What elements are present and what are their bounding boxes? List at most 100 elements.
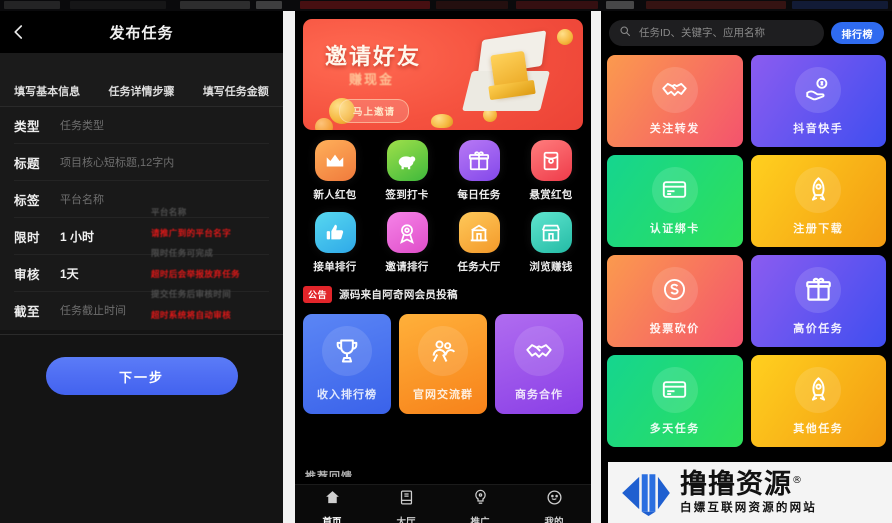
tab-basic-info[interactable]: 填写基本信息 [0,69,94,99]
bleed-chip-5 [436,1,508,9]
announcement-bar[interactable]: 公告 源码来自阿奇网会员投稿 [303,286,583,303]
top-page-bleed-strip [0,0,892,11]
quick-action-3[interactable]: 悬赏红包 [515,140,587,202]
task-category-card-3[interactable]: 注册下载 [750,155,886,247]
task-category-card-2[interactable]: 认证绑卡 [607,155,743,247]
quick-action-label: 任务大厅 [457,261,501,273]
rocket-icon [795,366,842,413]
banner-cta-button[interactable]: 马上邀请 [339,99,410,123]
partial-section-title: 推荐回馈 [305,471,353,477]
promo-card-1[interactable]: 官网交流群 [399,314,487,414]
task-category-label: 认证绑卡 [649,222,700,235]
nav-item-label: 推广 [470,516,490,523]
field-placeholder[interactable]: 平台名称 [60,191,104,207]
bleed-chip-9 [792,1,888,9]
bleed-chip-1 [70,1,166,9]
quick-action-grid: 新人红包 签到打卡 每日任务 悬赏红包接单排行 邀请排行 任务大厅 浏览赚钱 [299,140,587,274]
publish-header: 发布任务 [0,11,283,53]
gift-box-illustration [462,30,555,119]
tab-task-steps[interactable]: 任务详情步骤 [94,69,188,99]
panel-task-hall: 排行榜 关注转发 抖音快手认证绑卡 注册下载投票砍价 高价任务多天任务 其他任务 [601,11,892,523]
screenshot-stage: 发布任务 填写基本信息 任务详情步骤 填写任务金额 类型 任务类型标题 项目核心短标… [0,0,892,523]
tab-label: 填写基本信息 [14,86,81,98]
quick-action-1[interactable]: 签到打卡 [371,140,443,202]
promo-card-label: 官网交流群 [413,389,473,401]
handshake-icon [651,66,698,113]
task-category-label: 其他任务 [793,422,844,435]
promo-card-0[interactable]: 收入排行榜 [303,314,391,414]
form-row-4[interactable]: 审核 1天 [0,255,283,291]
form-row-1[interactable]: 标题 项目核心短标题,12字内 [0,144,283,180]
field-placeholder[interactable]: 任务截止时间 [60,302,126,318]
chevron-left-icon[interactable] [8,21,30,43]
task-category-label: 投票砍价 [649,322,700,335]
field-value[interactable]: 1 小时 [60,228,94,245]
nav-item-label: 我的 [544,516,564,523]
promote-icon [472,489,489,511]
thumbs-up-icon [314,212,356,253]
bleed-chip-0 [4,1,60,9]
field-placeholder[interactable]: 项目核心短标题,12字内 [60,154,174,170]
registered-mark: ® [792,474,803,486]
search-box[interactable] [609,20,824,46]
announcement-tag: 公告 [303,286,333,303]
form-row-3[interactable]: 限时 1 小时 [0,218,283,254]
task-category-grid: 关注转发 抖音快手认证绑卡 注册下载投票砍价 高价任务多天任务 其他任务 [607,55,886,447]
hall-icon [398,489,415,511]
banner-title: 邀请好友 [325,44,422,69]
panel-publish-task: 发布任务 填写基本信息 任务详情步骤 填写任务金额 类型 任务类型标题 项目核心短标… [0,11,283,523]
promo-card-2[interactable]: 商务合作 [495,314,583,414]
nav-item-2[interactable]: 推广 [443,489,517,523]
bleed-chip-3 [256,1,282,9]
task-category-card-5[interactable]: 高价任务 [750,255,886,347]
form-row-0[interactable]: 类型 任务类型 [0,107,283,143]
field-placeholder[interactable]: 任务类型 [60,117,104,133]
field-label: 类型 [14,119,41,134]
task-category-card-7[interactable]: 其他任务 [750,355,886,447]
quick-action-6[interactable]: 任务大厅 [443,212,515,274]
tab-task-amount[interactable]: 填写任务金额 [189,69,283,99]
tab-label: 填写任务金额 [202,86,269,98]
red-envelope-icon [530,140,572,181]
gift-icon [795,266,842,313]
task-category-card-6[interactable]: 多天任务 [607,355,743,447]
watermark-subtitle: 白嫖互联网资源的网站 [680,501,817,514]
gift-icon [458,140,500,181]
panel-gap-2 [591,11,601,523]
site-watermark: 撸撸资源® 白嫖互联网资源的网站 [608,462,892,523]
field-label: 标题 [14,156,41,171]
field-label: 标签 [14,193,41,208]
quick-action-0[interactable]: 新人红包 [299,140,371,202]
task-category-label: 高价任务 [793,322,844,335]
bleed-chip-4 [300,1,430,9]
ranking-button[interactable]: 排行榜 [830,22,884,44]
task-category-card-0[interactable]: 关注转发 [607,55,743,147]
promo-card-label: 商务合作 [515,389,563,401]
quick-action-label: 每日任务 [457,189,501,201]
medal-icon [386,212,428,253]
quick-action-label: 接单排行 [313,261,357,273]
nav-item-0[interactable]: 首页 [295,489,369,523]
quick-action-2[interactable]: 每日任务 [443,140,515,202]
next-step-button[interactable]: 下一步 [45,357,238,395]
card-icon [651,366,698,413]
form-row-2[interactable]: 标签 平台名称 [0,181,283,217]
profile-icon [546,489,563,511]
invite-friends-banner[interactable]: 邀请好友 赚现金 马上邀请 [303,19,583,130]
field-value[interactable]: 1天 [60,265,79,282]
bleed-chip-2 [180,1,250,9]
quick-action-5[interactable]: 邀请排行 [371,212,443,274]
shop-icon [530,212,572,253]
search-input[interactable] [637,26,814,40]
announcement-text: 源码来自阿奇网会员投稿 [339,289,458,301]
nav-item-1[interactable]: 大厅 [369,489,443,523]
nav-item-3[interactable]: 我的 [517,489,591,523]
form-row-5[interactable]: 截至 任务截止时间 [0,292,283,328]
quick-action-label: 邀请排行 [385,261,429,273]
quick-action-7[interactable]: 浏览赚钱 [515,212,587,274]
quick-action-4[interactable]: 接单排行 [299,212,371,274]
task-category-card-1[interactable]: 抖音快手 [750,55,886,147]
trophy-icon [322,326,372,376]
task-category-label: 抖音快手 [793,122,844,135]
task-category-card-4[interactable]: 投票砍价 [607,255,743,347]
